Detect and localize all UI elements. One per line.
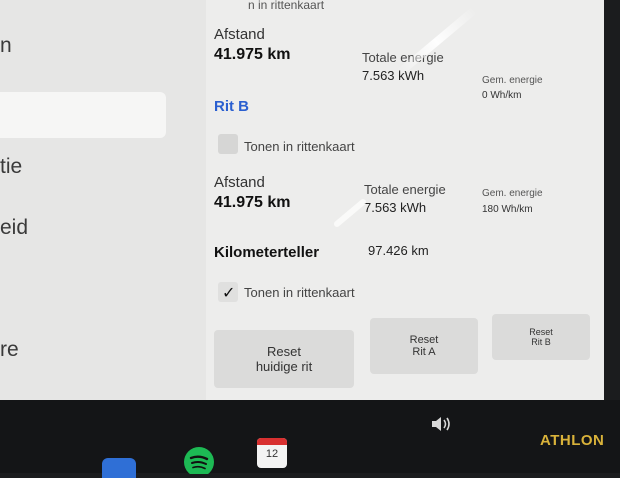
reset-current-line1: Reset [267, 344, 301, 359]
trip-a-avg-value: 0 Wh/km [482, 90, 522, 101]
trip-b-title: Rit B [214, 98, 249, 115]
athlon-logo: ATHLON [540, 432, 605, 449]
trip-b-avg-value: 180 Wh/km [482, 204, 533, 215]
sidebar-item-1[interactable]: n [0, 34, 12, 58]
odometer-label: Kilometerteller [214, 244, 320, 261]
screen: n tie eid re es n in rittenkaart Afstand… [0, 0, 604, 400]
odometer-checkbox-label: Tonen in rittenkaart [244, 285, 355, 300]
trip-b-distance-value: 41.975 km [214, 194, 291, 211]
trip-b-map-checkbox[interactable] [218, 134, 238, 154]
taskbar [0, 400, 620, 473]
sidebar-item-4[interactable]: re [0, 338, 19, 362]
trip-a-avg-label: Gem. energie [482, 75, 543, 86]
sidebar-item-2[interactable]: tie [0, 155, 22, 179]
reset-a-line2: Rit A [412, 346, 436, 358]
trip-panel: n in rittenkaart Afstand 41.975 km Total… [206, 0, 604, 400]
reset-current-trip-button[interactable]: Reset huidige rit [214, 330, 354, 388]
trip-b-energy-label: Totale energie [364, 182, 446, 197]
trip-b-distance-label: Afstand [214, 174, 265, 191]
top-checkbox-label: n in rittenkaart [248, 0, 325, 12]
odometer-value: 97.426 km [368, 243, 429, 258]
reset-trip-a-button[interactable]: Reset Rit A [370, 318, 478, 374]
checkmark-icon: ✓ [222, 285, 236, 302]
spotify-icon[interactable] [183, 446, 215, 474]
trip-a-energy-label: Totale energie [362, 50, 444, 65]
calendar-day: 12 [265, 448, 279, 460]
sidebar-selected-item[interactable] [0, 92, 166, 138]
reset-b-line1: Reset [529, 327, 553, 337]
calendar-icon[interactable]: 12 [257, 438, 287, 468]
blue-app-icon[interactable] [102, 458, 136, 478]
trip-a-energy-value: 7.563 kWh [362, 68, 425, 83]
trip-b-energy-value: 7.563 kWh [364, 200, 427, 215]
trip-a-distance-value: 41.975 km [214, 46, 291, 63]
sidebar: n tie eid re es [0, 0, 206, 400]
reset-current-line2: huidige rit [255, 359, 313, 374]
trip-b-checkbox-label: Tonen in rittenkaart [244, 139, 355, 154]
trip-b-avg-label: Gem. energie [482, 188, 543, 199]
reset-a-line1: Reset [409, 334, 439, 346]
volume-icon[interactable] [430, 414, 454, 434]
reset-b-line2: Rit B [531, 337, 551, 347]
sidebar-item-3[interactable]: eid [0, 216, 28, 240]
reset-trip-b-button[interactable]: Reset Rit B [492, 314, 590, 360]
odometer-map-checkbox[interactable]: ✓ [218, 282, 238, 302]
trip-a-distance-label: Afstand [214, 26, 265, 43]
